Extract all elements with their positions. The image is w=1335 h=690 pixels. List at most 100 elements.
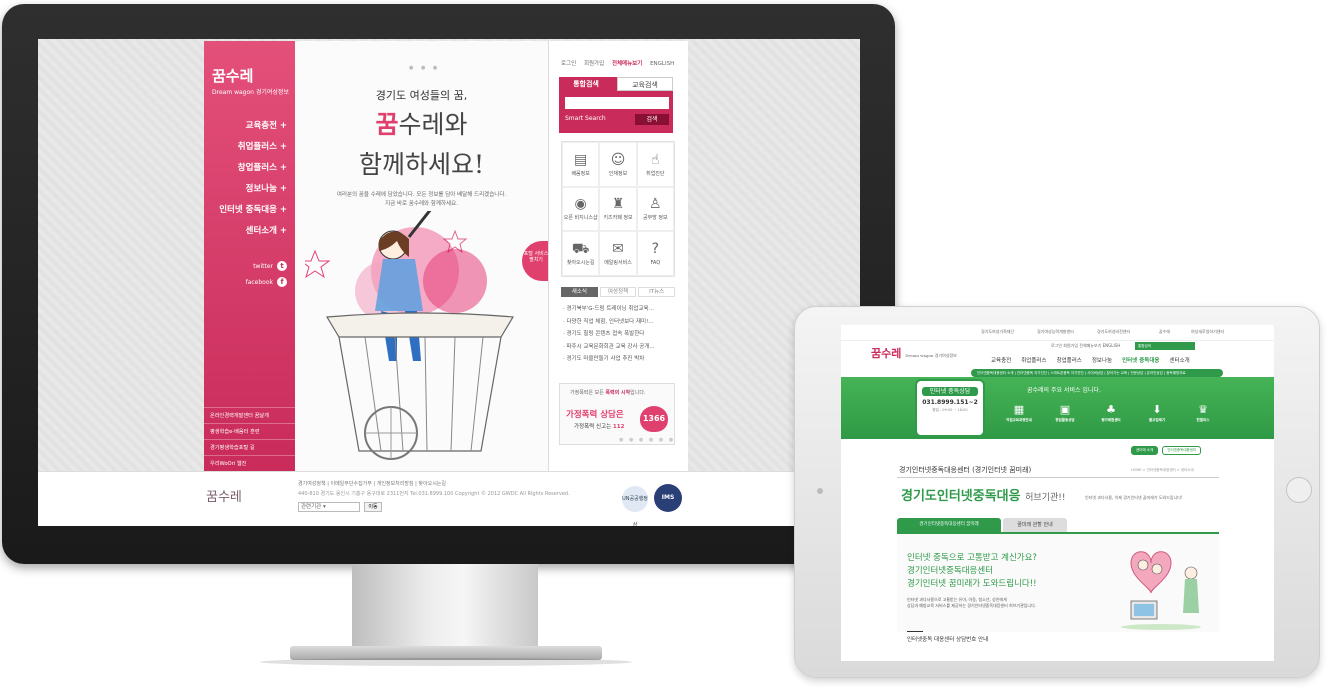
family-site-link[interactable]: 꿈수레 bbox=[1159, 329, 1170, 335]
quick-menu-kids-cafe[interactable]: ♜ 키즈카페 정보 bbox=[599, 186, 637, 232]
related-org-select-value: 관련기관 bbox=[301, 504, 322, 510]
quick-menu-study-room[interactable]: ♙ 공부방 정보 bbox=[636, 186, 674, 232]
mail-icon: ✉ bbox=[612, 241, 624, 258]
device-mockup-stage: 꿈수레 Dream wagon 경기여성정보 교육충전 취업플러스 창업플러스 … bbox=[0, 0, 1335, 690]
list-item[interactable]: · 파주시 교육문화회관 교육 강사 공개... bbox=[563, 341, 673, 354]
search-button[interactable]: 검색 bbox=[635, 114, 669, 125]
search-input[interactable] bbox=[565, 97, 669, 109]
pill-center-intro[interactable]: 센터에 소개 bbox=[1131, 446, 1159, 455]
tablet-site-logo[interactable]: 꿈수레 Dream wagon 경기여성정보 bbox=[871, 345, 957, 361]
news-list: · 경기북부'G-드림 트레이닝 취업교육... · 다양한 직업 체험, 인터… bbox=[563, 303, 673, 366]
service-item[interactable]: ♛ 헌혈리스 bbox=[1185, 403, 1221, 423]
tab-unified-search[interactable]: 통합검색 bbox=[561, 77, 611, 91]
service-item[interactable]: ▣ 창업활동상담 bbox=[1047, 403, 1083, 423]
quick-menu-mailing[interactable]: ✉ 메일링서비스 bbox=[599, 231, 637, 276]
tab-news[interactable]: 새소식 bbox=[561, 287, 598, 297]
violence-top-text: 가정폭력은 모든 bbox=[570, 390, 604, 396]
tablet-search-input[interactable]: 통합검색 bbox=[1135, 342, 1195, 350]
tablet-nav-center-intro[interactable]: 센터소개 bbox=[1169, 356, 1189, 364]
nav-item-startup[interactable]: 창업플러스 bbox=[238, 161, 287, 173]
login-link[interactable]: 로그인 bbox=[561, 61, 576, 67]
family-site-link[interactable]: 경기도여성비전센터 bbox=[1097, 329, 1130, 335]
breadcrumb[interactable]: HOME > 인터넷중독대응센터 > 센터소개 bbox=[1131, 468, 1194, 473]
news-title: 다양한 직업 체험, 인터넷보다 재미!... bbox=[566, 318, 654, 325]
banner-pager-dots[interactable]: ● ● ● ● ● ● bbox=[619, 437, 675, 443]
quick-menu-directions[interactable]: ⛟ 찾아오시는길 bbox=[562, 231, 600, 276]
headline-main: 경기도인터넷중독대응 bbox=[901, 489, 1021, 504]
list-item[interactable]: · 경기북부'G-드림 트레이닝 취업교육... bbox=[563, 303, 673, 316]
related-org-select[interactable]: 관련기관 ▾ bbox=[298, 502, 360, 512]
go-button[interactable]: 이동 bbox=[364, 502, 382, 512]
service-label: 헌혈리스 bbox=[1196, 418, 1210, 422]
sitemap-link[interactable]: 전체메뉴보기 bbox=[612, 61, 642, 67]
violence-banner-sub: 가정폭력 신고는 112 bbox=[574, 422, 624, 430]
twitter-link[interactable]: twitter t bbox=[253, 261, 287, 271]
violence-sub-number: 112 bbox=[612, 424, 625, 430]
tablet-nav-education[interactable]: 교육충전 bbox=[991, 356, 1011, 364]
tablet-home-button[interactable] bbox=[1286, 477, 1312, 503]
family-illustration-icon bbox=[1121, 551, 1201, 630]
intro-question: 인터넷 중독으로 고통받고 계신가요? bbox=[907, 553, 1037, 563]
tablet-submenu[interactable]: 인터넷중독대응센터 소개 | 인터넷중독 자가진단 | 스마트폰중독 자가진단 … bbox=[971, 369, 1223, 377]
hero-headline-rest: 수레와 bbox=[398, 110, 468, 139]
nav-item-info-sharing[interactable]: 정보나눔 bbox=[246, 182, 287, 194]
quick-menu-open-business[interactable]: ◉ 오픈 비지니스샵 bbox=[562, 186, 600, 232]
tablet-nav-info[interactable]: 정보나눔 bbox=[1092, 356, 1112, 364]
quick-menu-label: 키즈카페 정보 bbox=[603, 215, 633, 222]
quick-menu-label: 인재정보 bbox=[608, 170, 628, 177]
pill-addiction-center[interactable]: 인터넷중독대응센터 bbox=[1162, 446, 1202, 455]
family-site-link[interactable]: 여성새로일하기센터 bbox=[1191, 329, 1224, 335]
tab-jurisdiction[interactable]: 꿈미래 관할 안내 bbox=[1003, 518, 1067, 532]
consult-title: 인터넷 중독상담 bbox=[922, 387, 978, 396]
tablet-nav-startup[interactable]: 창업플러스 bbox=[1057, 356, 1082, 364]
tablet-utility-links[interactable]: 로그인 회원가입 전체메뉴보기 ENGLISH bbox=[1051, 343, 1120, 349]
headline-rest: 허브기관!! bbox=[1025, 493, 1066, 503]
site-logo[interactable]: 꿈수레 Dream wagon 경기여성정보 bbox=[212, 65, 289, 96]
tablet-nav-employment[interactable]: 취업플러스 bbox=[1021, 356, 1046, 364]
logo-text: 꿈수레 bbox=[212, 67, 254, 85]
crown-icon: ♛ bbox=[1198, 403, 1208, 416]
english-link[interactable]: ENGLISH bbox=[650, 61, 674, 67]
tab-education-search[interactable]: 교육검색 bbox=[617, 77, 673, 91]
related-site-link[interactable]: 온라인경력개발센터 꿈날개 bbox=[204, 407, 295, 423]
domestic-violence-banner[interactable]: 가정폭력은 모든 폭력의 시작입니다. 가정폭력 상담은 가정폭력 신고는 11… bbox=[559, 383, 675, 445]
family-site-link[interactable]: 경기여성능력개발센터 bbox=[1037, 329, 1074, 335]
related-site-link[interactable]: 평생학습e-배움터 훈련 bbox=[204, 423, 295, 439]
tab-it-news[interactable]: IT뉴스 bbox=[638, 287, 676, 297]
tablet-nav-internet-addiction[interactable]: 인터넷 중독대응 bbox=[1122, 356, 1159, 364]
signup-link[interactable]: 회원가입 bbox=[584, 61, 604, 67]
related-site-link[interactable]: 경기평생학습포털 길 bbox=[204, 439, 295, 455]
list-item[interactable]: · 경기도 마을만들기 사업 추진 박차 bbox=[563, 353, 673, 366]
service-item[interactable]: ⬇ 불교업체기 bbox=[1139, 403, 1175, 423]
utility-links: 로그인 회원가입 전체메뉴보기 ENGLISH bbox=[561, 59, 680, 67]
nav-item-employment[interactable]: 취업플러스 bbox=[238, 140, 287, 152]
list-item[interactable]: · 다양한 직업 체험, 인터넷보다 재미!... bbox=[563, 316, 673, 329]
tab-women-policy[interactable]: 여성정책 bbox=[599, 287, 637, 297]
nav-item-center-intro[interactable]: 센터소개 bbox=[246, 224, 287, 236]
tablet-main-menu: 교육충전 취업플러스 창업플러스 정보나눔 인터넷 중독대응 센터소개 bbox=[991, 356, 1190, 364]
consult-info-card: 인터넷 중독상담 031.8999.151~2 평일 : 09:00 ~ 18:… bbox=[915, 379, 985, 437]
facebook-link[interactable]: facebook f bbox=[246, 277, 287, 287]
list-item[interactable]: · 경기도 힐링 콘텐츠 접속 폭발한다 bbox=[563, 328, 673, 341]
family-sites-bar: 경기도여성가족재단 경기여성능력개발센터 경기도여성비전센터 꿈수레 여성새로일… bbox=[841, 325, 1274, 341]
nav-item-internet-addiction[interactable]: 인터넷 중독대응 bbox=[219, 203, 287, 215]
family-site-link[interactable]: 경기도여성가족재단 bbox=[981, 329, 1014, 335]
quick-menu-job-diagnosis[interactable]: ☝ 취업진단 bbox=[636, 142, 674, 187]
related-site-link[interactable]: 우리WoOri 웹진 bbox=[204, 455, 295, 471]
quick-menu-talent-info[interactable]: ☺ 인재정보 bbox=[599, 142, 637, 187]
hero-pager-dots[interactable]: ● ● ● bbox=[409, 65, 440, 71]
sub-nav-pills: 센터에 소개 인터넷중독대응센터 bbox=[1131, 446, 1202, 455]
footer-links[interactable]: 경기여성정책 | 이메일무단수집거부 | 개인정보처리방침 | 찾아오시는길 bbox=[298, 480, 446, 487]
service-item[interactable]: ♣ 평가체험센터 bbox=[1093, 403, 1129, 423]
footer-address: 440-810 경기도 용인시 기흥구 용구대로 2311번지 Tel.031.… bbox=[298, 491, 570, 497]
quick-menu-learning-info[interactable]: ▤ 배움정보 bbox=[562, 142, 600, 187]
smart-search-label: Smart Search bbox=[565, 115, 606, 122]
related-sites-list: 온라인경력개발센터 꿈날개 평생학습e-배움터 훈련 경기평생학습포털 길 우리… bbox=[204, 407, 295, 471]
hero-illustration-icon bbox=[305, 211, 515, 460]
service-item[interactable]: ▦ 직업교육과정안내 bbox=[1001, 403, 1037, 423]
nav-item-education[interactable]: 교육충전 bbox=[246, 119, 287, 131]
consulting-icon: ▣ bbox=[1059, 403, 1071, 416]
tab-center-dream[interactable]: 경기인터넷중독대응센터 꿈미래 bbox=[897, 518, 1001, 532]
quick-menu-faq[interactable]: ? FAQ bbox=[636, 231, 674, 276]
pointer-icon: ☝ bbox=[651, 151, 660, 168]
